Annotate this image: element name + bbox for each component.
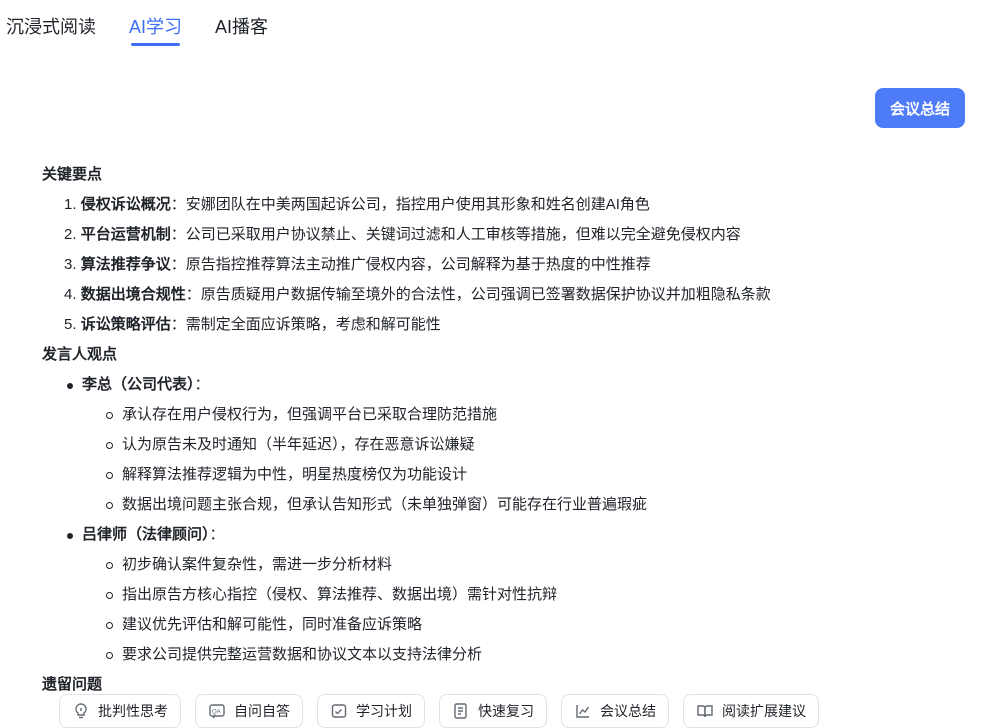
key-point-head: 侵权诉讼概况	[80, 196, 171, 213]
speaker-item: 吕律师（法律顾问）：	[42, 520, 942, 550]
meeting-summary-button[interactable]: 会议总结	[875, 88, 965, 128]
key-point-head: 算法推荐争议	[80, 256, 171, 273]
tab-ai-podcast[interactable]: AI播客	[215, 14, 268, 40]
speaker-item: 李总（公司代表）：	[42, 370, 942, 400]
quick-review-button[interactable]: 快速复习	[439, 694, 547, 728]
key-point-item: 1. 侵权诉讼概况：安娜团队在中美两国起诉公司，指控用户使用其形象和姓名创建AI…	[64, 196, 650, 213]
study-plan-button[interactable]: 学习计划	[317, 694, 425, 728]
tab-immersive-reading[interactable]: 沉浸式阅读	[6, 14, 96, 40]
chart-icon	[576, 705, 590, 718]
meeting-summary-tool-button[interactable]: 会议总结	[561, 694, 669, 728]
svg-text:QA: QA	[212, 710, 221, 716]
key-point-item: 2. 平台运营机制：公司已采取用户协议禁止、关键词过滤和人工审核等措施，但难以完…	[64, 226, 741, 243]
summary-content: 关键要点 1. 侵权诉讼概况：安娜团队在中美两国起诉公司，指控用户使用其形象和姓…	[42, 160, 942, 700]
plan-icon	[331, 704, 347, 718]
speaker-point: 要求公司提供完整运营数据和协议文本以支持法律分析	[42, 640, 942, 670]
speaker-name: 吕律师（法律顾问）	[82, 526, 210, 543]
key-point-text: 原告指控推荐算法主动推广侵权内容，公司解释为基于热度的中性推荐	[185, 256, 651, 273]
book-icon	[697, 705, 713, 718]
key-point-text: 需制定全面应诉策略，考虑和解可能性	[185, 316, 441, 333]
speakers-title: 发言人观点	[42, 346, 118, 363]
critical-thinking-button[interactable]: 批判性思考	[59, 694, 181, 728]
speaker-name: 李总（公司代表）	[82, 376, 195, 393]
key-points-title: 关键要点	[42, 166, 103, 183]
speaker-point: 解释算法推荐逻辑为中性，明星热度榜仅为功能设计	[42, 460, 942, 490]
key-point-item: 4. 数据出境合规性：原告质疑用户数据传输至境外的合法性，公司强调已签署数据保护…	[64, 286, 771, 303]
speaker-point: 建议优先评估和解可能性，同时准备应诉策略	[42, 610, 942, 640]
key-point-text: 安娜团队在中美两国起诉公司，指控用户使用其形象和姓名创建AI角色	[185, 196, 650, 213]
speaker-point: 认为原告未及时通知（半年延迟），存在恶意诉讼嫌疑	[42, 430, 942, 460]
self-qa-button[interactable]: QA 自问自答	[195, 694, 303, 728]
review-icon	[454, 703, 467, 719]
reading-extension-button[interactable]: 阅读扩展建议	[683, 694, 819, 728]
speaker-point: 数据出境问题主张合规，但承认告知形式（未单独弹窗）可能存在行业普遍瑕疵	[42, 490, 942, 520]
qa-icon: QA	[209, 704, 225, 719]
top-tabs: 沉浸式阅读 AI学习 AI播客	[6, 14, 268, 46]
key-point-text: 原告质疑用户数据传输至境外的合法性，公司强调已签署数据保护协议并加粗隐私条款	[200, 286, 771, 303]
key-point-item: 5. 诉讼策略评估：需制定全面应诉策略，考虑和解可能性	[64, 316, 441, 333]
key-point-text: 公司已采取用户协议禁止、关键词过滤和人工审核等措施，但难以完全避免侵权内容	[185, 226, 741, 243]
speaker-point: 初步确认案件复杂性，需进一步分析材料	[42, 550, 942, 580]
key-point-head: 诉讼策略评估	[80, 316, 171, 333]
speaker-point: 指出原告方核心指控（侵权、算法推荐、数据出境）需针对性抗辩	[42, 580, 942, 610]
key-point-head: 数据出境合规性	[80, 286, 186, 303]
key-point-head: 平台运营机制	[80, 226, 171, 243]
tab-ai-learning[interactable]: AI学习	[129, 14, 182, 46]
speaker-point: 承认存在用户侵权行为，但强调平台已采取合理防范措施	[42, 400, 942, 430]
ai-tools-toolbar: 批判性思考 QA 自问自答 学习计划 快速复习 会议总结 阅读扩展建议	[59, 694, 819, 728]
lightbulb-icon	[75, 703, 87, 719]
key-point-item: 3. 算法推荐争议：原告指控推荐算法主动推广侵权内容，公司解释为基于热度的中性推…	[64, 256, 651, 273]
